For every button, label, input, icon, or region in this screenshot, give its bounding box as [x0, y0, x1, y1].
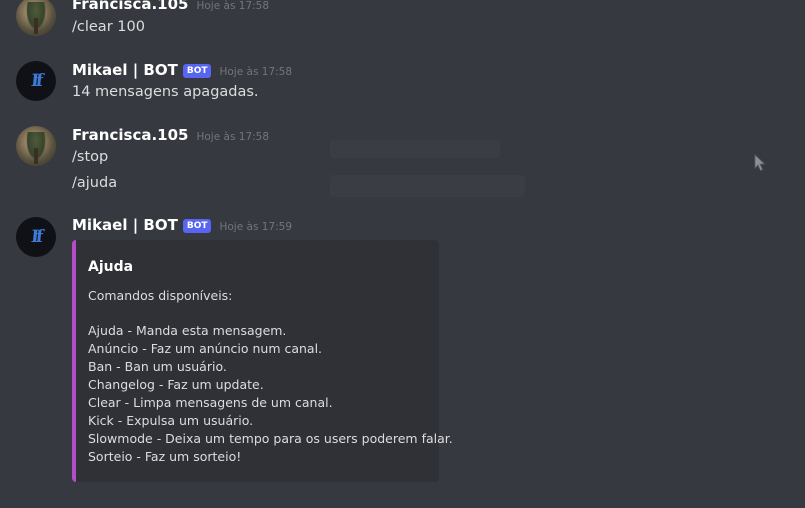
message-text: 14 mensagens apagadas. — [72, 84, 259, 100]
embed-title: Ajuda — [88, 259, 134, 275]
embed-description: Comandos disponíveis: — [88, 288, 233, 303]
message-timestamp: Hoje às 17:58 — [196, 0, 270, 12]
embed-command-list: Ajuda - Manda esta mensagem. Anúncio - F… — [88, 322, 453, 466]
avatar-mikael-bot[interactable]: If — [16, 61, 56, 101]
username[interactable]: Mikael | BOT — [72, 61, 178, 79]
avatar-francisca[interactable] — [16, 0, 56, 36]
bot-logo-icon: If — [30, 71, 42, 91]
username[interactable]: Francisca.105 — [72, 126, 188, 144]
message-text: /stop — [72, 149, 109, 165]
chat-messages-area: Francisca.105 Hoje às 17:58 /clear 100 I… — [0, 0, 805, 508]
message-timestamp: Hoje às 17:58 — [196, 131, 270, 143]
avatar-francisca[interactable] — [16, 126, 56, 166]
username[interactable]: Francisca.105 — [72, 0, 188, 13]
message-header: Francisca.105 Hoje às 17:58 — [72, 0, 269, 13]
bot-badge: BOT — [182, 64, 212, 78]
command-item: Changelog - Faz um update. — [88, 377, 264, 392]
command-item: Kick - Expulsa um usuário. — [88, 413, 254, 428]
message-header: Mikael | BOT BOT Hoje às 17:58 — [72, 61, 292, 80]
mouse-cursor-icon — [754, 154, 766, 172]
bot-logo-icon: If — [30, 227, 42, 247]
command-item: Ajuda - Manda esta mensagem. — [88, 323, 287, 338]
message-header: Francisca.105 Hoje às 17:58 — [72, 126, 269, 144]
command-item: Slowmode - Deixa um tempo para os users … — [88, 431, 453, 446]
command-item: Anúncio - Faz um anúncio num canal. — [88, 341, 323, 356]
ghost-overlay — [330, 140, 500, 158]
username[interactable]: Mikael | BOT — [72, 216, 178, 234]
message-timestamp: Hoje às 17:59 — [219, 221, 293, 233]
command-item: Sorteio - Faz um sorteio! — [88, 449, 242, 464]
bot-badge: BOT — [182, 219, 212, 233]
help-embed: Ajuda Comandos disponíveis: Ajuda - Mand… — [72, 240, 453, 482]
message-timestamp: Hoje às 17:58 — [219, 66, 293, 78]
avatar-trunk-image — [34, 148, 38, 164]
command-item: Clear - Limpa mensagens de um canal. — [88, 395, 333, 410]
message-header: Mikael | BOT BOT Hoje às 17:59 — [72, 216, 292, 235]
message-text: /ajuda — [72, 175, 118, 191]
avatar-trunk-image — [34, 18, 38, 34]
avatar-mikael-bot[interactable]: If — [16, 217, 56, 257]
message-text: /clear 100 — [72, 19, 145, 35]
ghost-overlay — [330, 175, 525, 197]
command-item: Ban - Ban um usuário. — [88, 359, 227, 374]
